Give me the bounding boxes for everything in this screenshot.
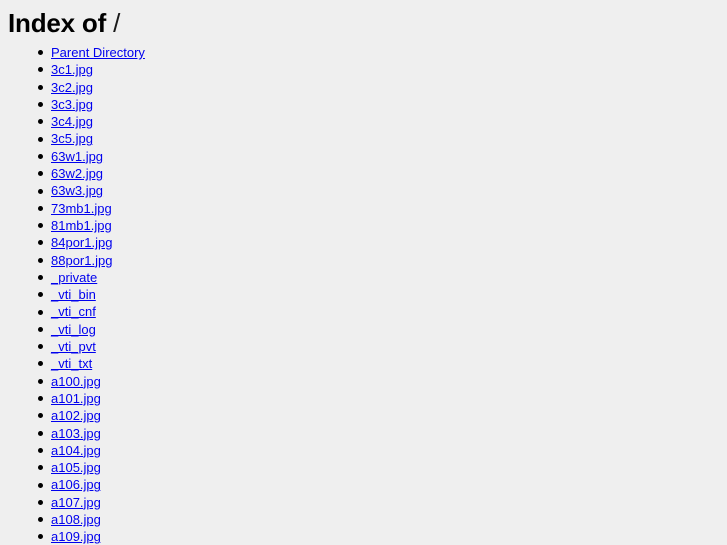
directory-entry-link[interactable]: a106.jpg [51, 477, 101, 492]
disc-bullet-icon [38, 344, 43, 350]
list-item: _private [8, 269, 719, 286]
directory-entry-link[interactable]: 3c5.jpg [51, 131, 93, 146]
disc-bullet-icon [38, 50, 43, 56]
list-item: 63w2.jpg [8, 165, 719, 182]
disc-bullet-icon [38, 447, 43, 453]
disc-bullet-icon [38, 396, 43, 402]
directory-entry-link[interactable]: 63w1.jpg [51, 149, 103, 164]
disc-bullet-icon [38, 188, 43, 194]
list-item: _vti_bin [8, 286, 719, 303]
directory-entry-link[interactable]: 3c2.jpg [51, 80, 93, 95]
directory-entry-link[interactable]: a103.jpg [51, 426, 101, 441]
directory-entry-link[interactable]: 81mb1.jpg [51, 218, 112, 233]
disc-bullet-icon [38, 223, 43, 229]
directory-entry-link[interactable]: _private [51, 270, 97, 285]
disc-bullet-icon [38, 499, 43, 505]
disc-bullet-icon [38, 136, 43, 142]
disc-bullet-icon [38, 326, 43, 332]
list-item: 3c4.jpg [8, 113, 719, 130]
directory-entry-link[interactable]: a105.jpg [51, 460, 101, 475]
disc-bullet-icon [38, 309, 43, 315]
directory-entry-link[interactable]: 63w2.jpg [51, 166, 103, 181]
directory-entry-link[interactable]: a109.jpg [51, 529, 101, 544]
disc-bullet-icon [38, 465, 43, 471]
directory-entry-link[interactable]: a100.jpg [51, 374, 101, 389]
directory-entry-link[interactable]: 88por1.jpg [51, 253, 112, 268]
disc-bullet-icon [38, 482, 43, 488]
disc-bullet-icon [38, 430, 43, 436]
directory-entry-link[interactable]: 84por1.jpg [51, 235, 112, 250]
list-item: 3c3.jpg [8, 96, 719, 113]
disc-bullet-icon [38, 84, 43, 90]
list-item: a101.jpg [8, 390, 719, 407]
list-item: 73mb1.jpg [8, 200, 719, 217]
page-title-path: / [113, 8, 121, 38]
list-item: a108.jpg [8, 511, 719, 528]
disc-bullet-icon [38, 171, 43, 177]
directory-listing: Parent Directory 3c1.jpg 3c2.jpg 3c3.jpg 3c4… [8, 44, 719, 545]
list-item: 63w3.jpg [8, 182, 719, 199]
list-item: 84por1.jpg [8, 234, 719, 251]
directory-entry-link[interactable]: 3c3.jpg [51, 97, 93, 112]
list-item: 3c5.jpg [8, 130, 719, 147]
disc-bullet-icon [38, 413, 43, 419]
list-item: _vti_log [8, 321, 719, 338]
list-item: 63w1.jpg [8, 148, 719, 165]
directory-entry-link[interactable]: 3c4.jpg [51, 114, 93, 129]
disc-bullet-icon [38, 517, 43, 523]
disc-bullet-icon [38, 534, 43, 540]
disc-bullet-icon [38, 67, 43, 73]
directory-entry-link[interactable]: Parent Directory [51, 45, 145, 60]
directory-entry-link[interactable]: a101.jpg [51, 391, 101, 406]
list-item: 88por1.jpg [8, 252, 719, 269]
list-item: a104.jpg [8, 442, 719, 459]
disc-bullet-icon [38, 257, 43, 263]
list-item: 3c1.jpg [8, 61, 719, 78]
list-item: _vti_txt [8, 355, 719, 372]
disc-bullet-icon [38, 240, 43, 246]
disc-bullet-icon [38, 292, 43, 298]
directory-entry-link[interactable]: _vti_pvt [51, 339, 96, 354]
disc-bullet-icon [38, 153, 43, 159]
disc-bullet-icon [38, 361, 43, 367]
disc-bullet-icon [38, 102, 43, 108]
list-item: a102.jpg [8, 407, 719, 424]
list-item: a105.jpg [8, 459, 719, 476]
list-item: _vti_cnf [8, 303, 719, 320]
list-item: _vti_pvt [8, 338, 719, 355]
directory-entry-link[interactable]: 63w3.jpg [51, 183, 103, 198]
disc-bullet-icon [38, 378, 43, 384]
page-title: Index of / [8, 8, 719, 38]
page-title-prefix: Index of [8, 8, 107, 38]
directory-entry-link[interactable]: 3c1.jpg [51, 62, 93, 77]
list-item: 3c2.jpg [8, 79, 719, 96]
directory-entry-link[interactable]: 73mb1.jpg [51, 201, 112, 216]
directory-entry-link[interactable]: a102.jpg [51, 408, 101, 423]
disc-bullet-icon [38, 119, 43, 125]
list-item: a107.jpg [8, 494, 719, 511]
directory-entry-link[interactable]: _vti_bin [51, 287, 96, 302]
directory-entry-link[interactable]: a104.jpg [51, 443, 101, 458]
list-item: a106.jpg [8, 476, 719, 493]
directory-entry-link[interactable]: _vti_cnf [51, 304, 96, 319]
list-item: a103.jpg [8, 425, 719, 442]
list-item: a100.jpg [8, 373, 719, 390]
list-item: Parent Directory [8, 44, 719, 61]
list-item: a109.jpg [8, 528, 719, 545]
disc-bullet-icon [38, 205, 43, 211]
directory-index-page: Index of / Parent Directory 3c1.jpg 3c2.jp… [0, 0, 727, 545]
directory-entry-link[interactable]: a108.jpg [51, 512, 101, 527]
directory-entry-link[interactable]: _vti_log [51, 322, 96, 337]
disc-bullet-icon [38, 275, 43, 280]
directory-entry-link[interactable]: _vti_txt [51, 356, 92, 371]
list-item: 81mb1.jpg [8, 217, 719, 234]
directory-entry-link[interactable]: a107.jpg [51, 495, 101, 510]
